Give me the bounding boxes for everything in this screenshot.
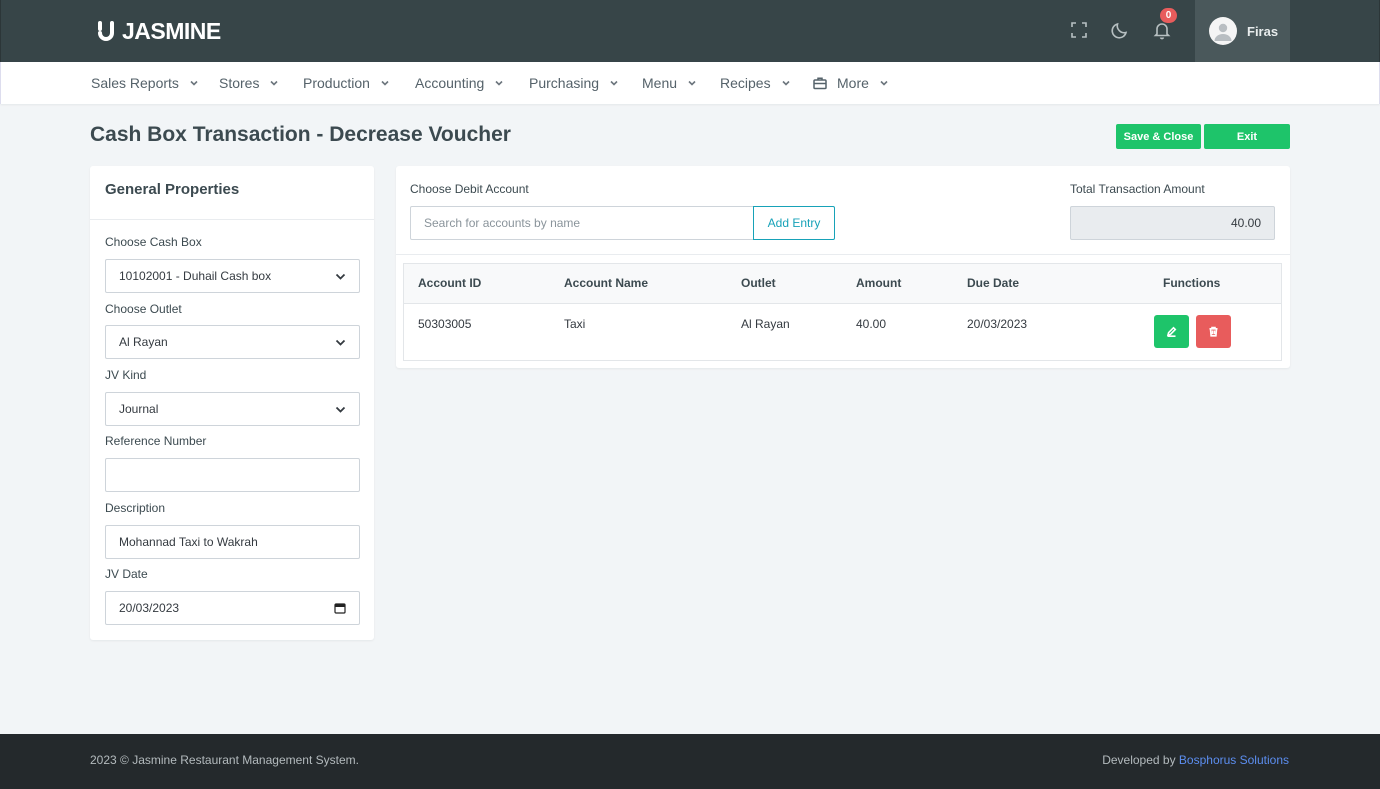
developer-link[interactable]: Bosphorus Solutions (1179, 753, 1289, 767)
general-properties-card: General Properties Choose Cash Box 10102… (90, 166, 374, 640)
user-name: Firas (1247, 23, 1279, 39)
chevron-down-icon (609, 78, 619, 88)
table-header: Account ID Account Name Outlet Amount Du… (404, 264, 1281, 304)
footer: 2023 © Jasmine Restaurant Management Sys… (0, 734, 1380, 789)
col-outlet: Outlet (741, 276, 776, 290)
jv-date-value: 20/03/2023 (119, 601, 180, 615)
divider (396, 254, 1290, 255)
total-amount-field: 40.00 (1070, 206, 1275, 240)
avatar (1209, 17, 1237, 45)
outlet-label: Choose Outlet (105, 302, 182, 316)
nav-item-label: Sales Reports (91, 75, 179, 91)
nav-item-label: More (837, 75, 869, 91)
chevron-down-icon (335, 337, 346, 348)
chevron-down-icon (781, 78, 791, 88)
developer-credit: Developed by Bosphorus Solutions (1102, 753, 1289, 767)
brand-logo[interactable]: JASMINE (96, 18, 221, 44)
nav-item-purchasing[interactable]: Purchasing (529, 62, 619, 104)
reference-label: Reference Number (105, 434, 207, 448)
col-amount: Amount (856, 276, 902, 290)
nav-item-label: Stores (219, 75, 260, 91)
nav-item-stores[interactable]: Stores (219, 62, 279, 104)
cash-box-label: Choose Cash Box (105, 235, 202, 249)
cell-account-name: Taxi (564, 317, 586, 331)
description-value: Mohannad Taxi to Wakrah (119, 535, 258, 549)
total-amount-label: Total Transaction Amount (1070, 182, 1205, 196)
jv-date-input[interactable]: 20/03/2023 (105, 591, 360, 625)
brand-name: JASMINE (122, 17, 221, 44)
reference-input[interactable] (105, 458, 360, 492)
entries-table: Account ID Account Name Outlet Amount Du… (403, 263, 1282, 361)
chevron-down-icon (494, 78, 504, 88)
delete-button[interactable] (1196, 315, 1231, 348)
add-entry-button[interactable]: Add Entry (753, 206, 835, 240)
user-menu[interactable]: Firas (1195, 0, 1290, 62)
col-account-id: Account ID (418, 276, 482, 290)
moon-icon[interactable] (1109, 19, 1131, 41)
entries-card: Choose Debit Account Search for accounts… (396, 166, 1290, 368)
cash-box-value: 10102001 - Duhail Cash box (119, 269, 272, 283)
cell-account-id: 50303005 (418, 317, 472, 331)
chevron-down-icon (335, 404, 346, 415)
col-functions: Functions (1163, 276, 1221, 290)
nav-item-label: Purchasing (529, 75, 600, 91)
description-input[interactable]: Mohannad Taxi to Wakrah (105, 525, 360, 559)
outlet-value: Al Rayan (119, 335, 168, 349)
nav-item-label: Recipes (720, 75, 771, 91)
jv-date-label: JV Date (105, 567, 148, 581)
jv-kind-select[interactable]: Journal (105, 392, 360, 426)
chevron-down-icon (380, 78, 390, 88)
outlet-select[interactable]: Al Rayan (105, 325, 360, 359)
cell-due-date: 20/03/2023 (967, 317, 1028, 331)
total-amount-value: 40.00 (1230, 216, 1261, 230)
notification-badge: 0 (1160, 8, 1177, 23)
chevron-down-icon (687, 78, 697, 88)
fullscreen-icon[interactable] (1068, 19, 1090, 41)
jv-kind-value: Journal (119, 402, 159, 416)
account-search-input[interactable]: Search for accounts by name (410, 206, 754, 240)
nav-item-accounting[interactable]: Accounting (415, 62, 504, 104)
developed-by-text: Developed by (1102, 753, 1179, 767)
calendar-icon[interactable] (334, 602, 346, 614)
chevron-down-icon (189, 78, 199, 88)
chevron-down-icon (269, 78, 279, 88)
save-close-button[interactable]: Save & Close (1116, 124, 1201, 149)
trash-icon (1209, 326, 1218, 337)
jasmine-logo-icon (98, 21, 114, 41)
briefcase-icon (813, 76, 827, 90)
top-bar: JASMINE 0 Firas (0, 0, 1380, 62)
nav-item-recipes[interactable]: Recipes (720, 62, 791, 104)
cell-amount: 40.00 (856, 317, 887, 331)
exit-button[interactable]: Exit (1204, 124, 1290, 149)
col-account-name: Account Name (564, 276, 649, 290)
nav-item-sales-reports[interactable]: Sales Reports (91, 62, 199, 104)
debit-account-label: Choose Debit Account (410, 182, 529, 196)
chevron-down-icon (879, 78, 889, 88)
nav-item-production[interactable]: Production (303, 62, 390, 104)
jv-kind-label: JV Kind (105, 368, 147, 382)
search-placeholder: Search for accounts by name (424, 216, 581, 230)
edit-button[interactable] (1154, 315, 1189, 348)
nav-item-menu[interactable]: Menu (642, 62, 697, 104)
col-due-date: Due Date (967, 276, 1020, 290)
nav-item-label: Menu (642, 75, 678, 91)
page-title: Cash Box Transaction - Decrease Voucher (90, 123, 511, 146)
cash-box-select[interactable]: 10102001 - Duhail Cash box (105, 259, 360, 293)
pencil-icon (1166, 326, 1177, 337)
nav-item-more[interactable]: More (813, 62, 889, 104)
nav-item-label: Accounting (415, 75, 485, 91)
cell-outlet: Al Rayan (741, 317, 790, 331)
card-title: General Properties (90, 166, 374, 220)
nav-item-label: Production (303, 75, 370, 91)
copyright-text: 2023 © Jasmine Restaurant Management Sys… (90, 753, 359, 767)
chevron-down-icon (335, 271, 346, 282)
main-nav: Sales Reports Stores Production Accounti… (0, 62, 1380, 104)
user-icon (1214, 23, 1232, 41)
description-label: Description (105, 501, 166, 515)
